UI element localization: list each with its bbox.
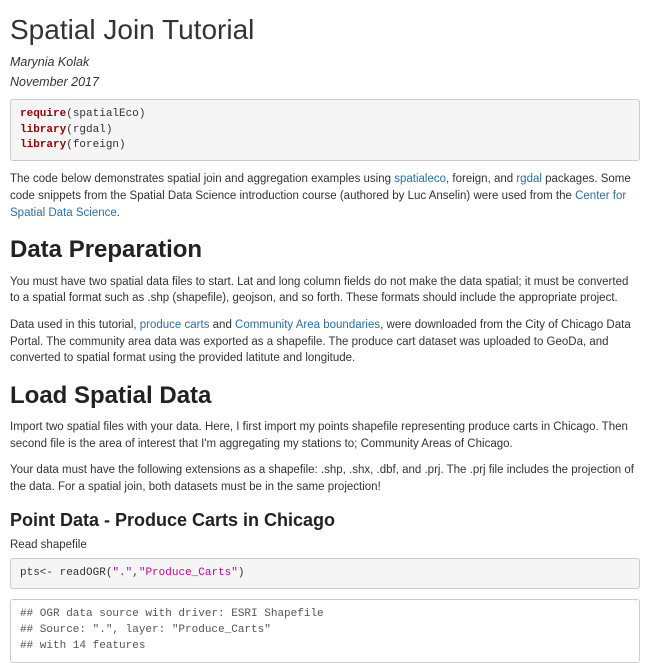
code-text: (	[106, 567, 113, 579]
text: .	[117, 207, 120, 219]
link-community-area-boundaries[interactable]: Community Area boundaries	[235, 319, 380, 331]
code-keyword: library	[20, 124, 66, 136]
code-text: )	[238, 567, 245, 579]
code-text: ,	[132, 567, 139, 579]
output-block: ## OGR data source with driver: ESRI Sha…	[10, 599, 640, 663]
paragraph: Your data must have the following extens…	[10, 462, 640, 495]
code-string: "."	[112, 567, 132, 579]
code-text: (spatialEco)	[66, 108, 145, 120]
text: and	[209, 319, 235, 331]
code-text: pts<-	[20, 567, 60, 579]
paragraph: Import two spatial files with your data.…	[10, 419, 640, 452]
text: The code below demonstrates spatial join…	[10, 173, 394, 185]
heading-load-spatial-data: Load Spatial Data	[10, 379, 640, 413]
text: , foreign, and	[446, 173, 516, 185]
intro-paragraph: The code below demonstrates spatial join…	[10, 171, 640, 221]
author-line: Marynia Kolak	[10, 54, 640, 72]
code-keyword: require	[20, 108, 66, 120]
code-block-readogr: pts<- readOGR(".","Produce_Carts")	[10, 558, 640, 589]
code-text: (foreign)	[66, 139, 125, 151]
code-string: "Produce_Carts"	[139, 567, 238, 579]
heading-data-preparation: Data Preparation	[10, 233, 640, 267]
code-text: (rgdal)	[66, 124, 112, 136]
code-keyword: library	[20, 139, 66, 151]
page-title: Spatial Join Tutorial	[10, 10, 640, 50]
link-spatialeco[interactable]: spatialeco	[394, 173, 446, 185]
paragraph: You must have two spatial data files to …	[10, 274, 640, 307]
paragraph: Data used in this tutorial, produce cart…	[10, 317, 640, 367]
link-produce-carts[interactable]: produce carts	[140, 319, 210, 331]
date-line: November 2017	[10, 74, 640, 92]
heading-point-data: Point Data - Produce Carts in Chicago	[10, 508, 640, 534]
code-function: readOGR	[60, 567, 106, 579]
code-block-setup: require(spatialEco) library(rgdal) libra…	[10, 99, 640, 161]
link-rgdal[interactable]: rgdal	[516, 173, 542, 185]
text: Data used in this tutorial,	[10, 319, 140, 331]
